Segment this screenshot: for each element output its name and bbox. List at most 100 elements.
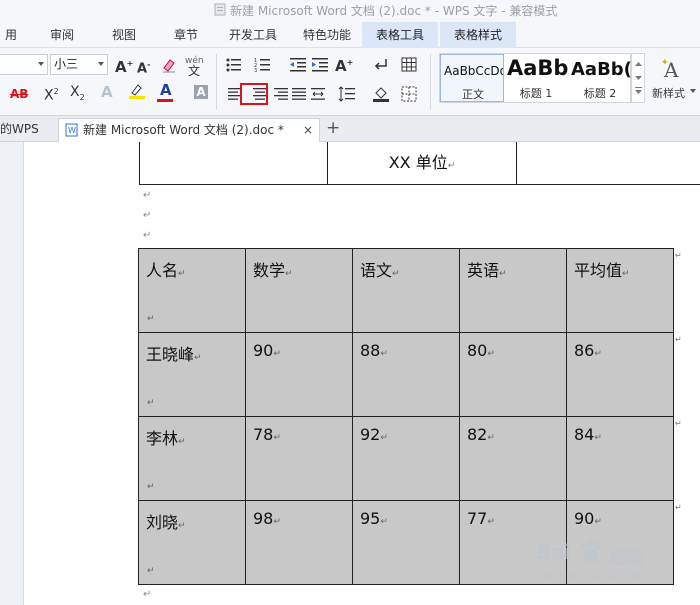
numbered-list-icon[interactable]: 1 2 3: [254, 56, 272, 74]
new-tab-icon[interactable]: +: [326, 118, 340, 142]
style-gallery-scroll[interactable]: [631, 53, 645, 103]
menu-developer[interactable]: 开发工具: [222, 22, 284, 48]
table-cell[interactable]: 80↵: [459, 332, 567, 417]
tab-document-title: 新建 Microsoft Word 文档 (2).doc *: [83, 123, 284, 137]
shading-fill-icon[interactable]: [372, 84, 390, 102]
table-cell[interactable]: 92↵: [352, 416, 460, 501]
font-size-value: 小三: [54, 57, 79, 71]
new-style-button[interactable]: A ✦ 新样式: [651, 55, 697, 103]
char-shading-icon[interactable]: A: [194, 85, 208, 99]
cell-text: 88: [360, 341, 381, 360]
svg-text:3: 3: [254, 68, 257, 74]
menu-view[interactable]: 视图: [104, 22, 144, 48]
shrink-font-icon[interactable]: A-: [137, 57, 150, 77]
highlight-icon[interactable]: [128, 82, 146, 100]
justify-icon[interactable]: [290, 85, 308, 103]
style-heading-2[interactable]: AaBb( 标题 2: [568, 54, 632, 102]
cell-mark: ↵: [392, 269, 400, 279]
menu-chapter[interactable]: 章节: [166, 22, 206, 48]
svg-text:W: W: [68, 126, 76, 135]
decrease-indent-icon[interactable]: [289, 56, 307, 74]
cell-mark: ↵: [273, 433, 281, 443]
table-cell[interactable]: 平均值↵: [566, 248, 674, 333]
align-right-icon[interactable]: [272, 85, 290, 103]
table-grid-icon[interactable]: [400, 56, 418, 74]
clear-format-icon[interactable]: [160, 56, 178, 74]
table-cell[interactable]: 数学↵: [245, 248, 353, 333]
menu-table-tools[interactable]: 表格工具: [362, 22, 438, 48]
cell-text: 82: [467, 425, 488, 444]
cell-mark: ↵: [380, 433, 388, 443]
line-spacing-icon[interactable]: [338, 85, 356, 103]
table-cell[interactable]: 人名↵ ↵: [138, 248, 246, 333]
cell-text: 刘晓: [146, 513, 179, 532]
menu-start[interactable]: 用: [0, 22, 22, 48]
table-cell[interactable]: 90↵: [245, 332, 353, 417]
bullet-list-icon[interactable]: [225, 56, 243, 74]
cell-mark: ↵: [273, 349, 281, 359]
subscript-icon[interactable]: X2: [70, 84, 85, 106]
grow-font-icon[interactable]: A+: [115, 56, 133, 75]
border-icon[interactable]: [400, 85, 418, 103]
selected-align-center-highlight: [240, 83, 268, 105]
cell-mark: ↵: [487, 433, 495, 443]
table-cell[interactable]: 86↵: [566, 332, 674, 417]
header-unit-cell[interactable]: XX 单位↵: [327, 142, 517, 185]
menu-review[interactable]: 审阅: [42, 22, 82, 48]
style-normal[interactable]: AaBbCcDd 正文: [440, 54, 504, 102]
new-style-label: 新样式: [652, 87, 685, 100]
style-heading-1-sample: AaBb: [507, 56, 568, 80]
superscript-glyph: X: [44, 87, 54, 104]
line-break-icon[interactable]: [372, 56, 390, 74]
increase-indent-icon[interactable]: [311, 56, 329, 74]
text-effect-icon[interactable]: A: [101, 84, 113, 100]
sort-text-icon[interactable]: A+: [335, 55, 353, 74]
style-heading-2-label: 标题 2: [583, 87, 617, 100]
menu-features[interactable]: 特色功能: [296, 22, 358, 48]
superscript-icon[interactable]: X2: [44, 84, 59, 104]
table-cell[interactable]: 语文↵: [352, 248, 460, 333]
style-heading-1[interactable]: AaBb 标题 1: [504, 54, 568, 102]
grow-font-glyph: A: [115, 58, 127, 76]
cell-text: 90: [253, 341, 274, 360]
paragraph-mark: ↵: [147, 398, 155, 408]
menu-table-style[interactable]: 表格样式: [440, 22, 516, 48]
header-unit-text: XX 单位: [388, 153, 448, 172]
cell-text: 数学: [253, 261, 286, 280]
table-cell[interactable]: 王晓峰↵ ↵: [138, 332, 246, 417]
font-color-icon[interactable]: A: [160, 82, 172, 98]
watermark-jingyan: 经验: [610, 548, 644, 568]
table-cell[interactable]: 英语↵: [459, 248, 567, 333]
ribbon-separator: [430, 54, 431, 110]
paragraph-mark: ↵: [147, 482, 155, 492]
table-cell[interactable]: 李林↵ ↵: [138, 416, 246, 501]
strikethrough-icon[interactable]: AB: [10, 86, 28, 102]
table-cell[interactable]: 98↵: [245, 500, 353, 585]
cell-text: 王晓峰: [146, 345, 195, 364]
table-cell[interactable]: 84↵: [566, 416, 674, 501]
phonetic-guide-base: 文: [188, 64, 201, 78]
table-cell[interactable]: 82↵: [459, 416, 567, 501]
tab-home-wps[interactable]: 的WPS: [0, 118, 39, 142]
cell-text: 78: [253, 425, 274, 444]
cell-mark: ↵: [594, 517, 602, 527]
cell-mark: ↵: [594, 349, 602, 359]
style-heading-1-label: 标题 1: [519, 87, 553, 100]
document-icon: [214, 3, 226, 16]
tab-document[interactable]: W 新建 Microsoft Word 文档 (2).doc * ×: [58, 118, 320, 142]
table-cell[interactable]: 刘晓↵ ↵: [138, 500, 246, 585]
font-size-combo[interactable]: 小三: [50, 54, 108, 75]
close-tab-icon[interactable]: ×: [303, 119, 313, 141]
table-cell[interactable]: 95↵: [352, 500, 460, 585]
table-cell[interactable]: 78↵: [245, 416, 353, 501]
paw-logo-icon: [581, 540, 601, 563]
gallery-scroll-arrows-icon: [635, 62, 642, 94]
paragraph-mark: ↵: [147, 566, 155, 576]
font-name-combo[interactable]: [0, 54, 48, 75]
distribute-icon[interactable]: [309, 85, 327, 103]
cell-text: 语文: [360, 261, 393, 280]
cell-text: 95: [360, 509, 381, 528]
table-cell[interactable]: 88↵: [352, 332, 460, 417]
cell-mark: ↵: [178, 269, 186, 279]
watermark-brand: Bai: [536, 540, 572, 564]
